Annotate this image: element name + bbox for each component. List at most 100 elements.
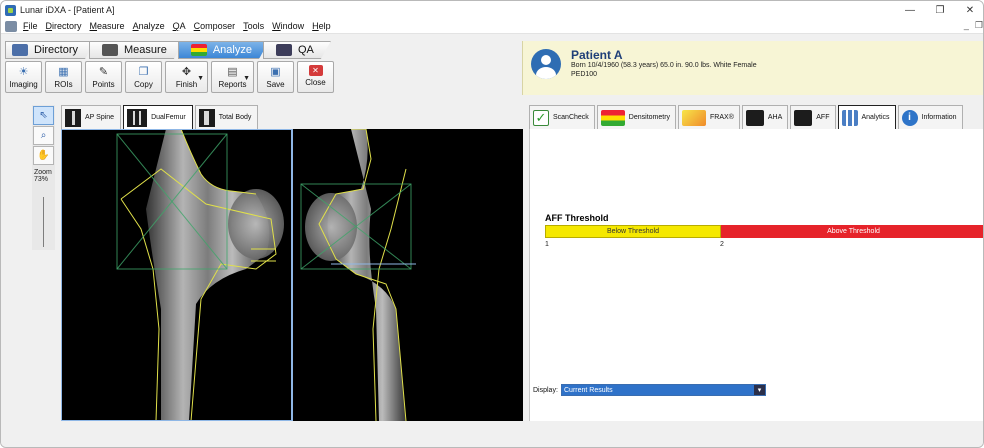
image-tool-column: ⇖ ⌕ ✋ Zoom 73% <box>32 105 55 250</box>
above-threshold-segment: Above Threshold <box>721 225 983 238</box>
close-button[interactable]: ✕ Close <box>297 61 334 93</box>
save-button[interactable]: ▣ Save <box>257 61 294 93</box>
pan-tool-button[interactable]: ✋ <box>33 146 54 165</box>
aha-hip-icon <box>745 109 764 126</box>
patient-name: Patient A <box>571 48 623 62</box>
tab-analytics-label: Analytics <box>861 114 890 121</box>
minimize-button[interactable]: — <box>895 1 925 19</box>
aff-threshold-bar: Below Threshold Above Threshold <box>545 225 983 238</box>
close-icon: ✕ <box>308 65 323 76</box>
menu-tools[interactable]: Tools <box>243 21 264 31</box>
menu-file[interactable]: File <box>23 21 38 31</box>
mode-tabs: Directory Measure Analyze QA <box>5 41 325 59</box>
tab-analyze[interactable]: Analyze <box>178 41 269 59</box>
densitometry-bars-icon <box>600 109 625 126</box>
right-femur <box>300 129 416 421</box>
dual-femur-icon <box>127 108 148 127</box>
pointer-tool-button[interactable]: ⇖ <box>33 106 54 125</box>
points-button[interactable]: ✎ Points <box>85 61 122 93</box>
close-window-button[interactable]: ✕ <box>955 1 983 19</box>
tab-information-label: Information <box>921 114 957 121</box>
tab-total-body-label: Total Body <box>218 114 252 121</box>
tab-dualfemur[interactable]: DualFemur <box>123 105 193 129</box>
copy-label: Copy <box>134 80 153 89</box>
tab-densitometry-label: Densitometry <box>628 114 671 121</box>
checkmark-icon: ✓ <box>533 109 549 126</box>
tab-directory[interactable]: Directory <box>5 41 95 59</box>
dxa-image-viewer[interactable] <box>61 129 523 421</box>
threshold-tick-2: 2 <box>720 241 724 248</box>
menu-help[interactable]: Help <box>312 21 331 31</box>
magnify-tool-button[interactable]: ⌕ <box>33 126 54 145</box>
app-logo-icon <box>5 4 16 16</box>
restore-button[interactable]: ❐ <box>925 1 955 19</box>
app-window: Lunar iDXA - [Patient A] — ❐ ✕ File Dire… <box>0 0 984 448</box>
hand-icon: ✋ <box>37 150 50 161</box>
tab-scancheck[interactable]: ✓ ScanCheck <box>529 105 595 129</box>
menu-measure[interactable]: Measure <box>90 21 125 31</box>
tab-ap-spine[interactable]: AP Spine <box>61 105 122 129</box>
zoom-slider[interactable] <box>43 197 44 247</box>
tab-measure[interactable]: Measure <box>89 41 184 59</box>
patient-banner: Patient A Born 10/4/1960 (58.3 years) 65… <box>522 41 983 95</box>
menu-qa[interactable]: QA <box>173 21 186 31</box>
tab-densitometry[interactable]: Densitometry <box>596 105 677 129</box>
image-tabs: AP Spine DualFemur Total Body <box>61 105 260 129</box>
roi-grid-icon: ▦ <box>58 66 69 78</box>
mdi-minimize-button[interactable]: _ <box>964 20 969 31</box>
tab-measure-label: Measure <box>124 44 167 56</box>
tab-aha-label: AHA <box>767 114 783 121</box>
avatar <box>531 49 561 79</box>
analytics-panel: AFF Threshold Below Threshold Above Thre… <box>529 129 983 421</box>
menu-system-icon[interactable] <box>5 20 17 32</box>
zoom-value: 73% <box>34 176 49 183</box>
tab-information[interactable]: i Information <box>897 105 963 129</box>
tab-aha[interactable]: AHA <box>741 105 789 129</box>
save-disk-icon: ▣ <box>270 66 281 78</box>
chevron-down-icon[interactable]: ▾ <box>754 385 765 395</box>
tab-qa[interactable]: QA <box>263 41 331 59</box>
mdi-controls: _ ❐ <box>964 20 983 31</box>
finish-button[interactable]: ✥ Finish ▼ <box>165 61 208 93</box>
finish-label: Finish <box>175 80 198 89</box>
display-select[interactable]: Current Results ▾ <box>561 384 766 396</box>
imaging-button[interactable]: ☀ Imaging <box>5 61 42 93</box>
body-icon <box>198 108 215 127</box>
tab-directory-label: Directory <box>34 44 79 56</box>
tab-aff-label: AFF <box>816 114 830 121</box>
finish-dropdown-icon[interactable]: ▼ <box>197 75 204 82</box>
below-threshold-segment: Below Threshold <box>545 225 721 238</box>
display-selected-value: Current Results <box>564 386 613 394</box>
analytics-bars-icon <box>841 109 858 126</box>
aff-femur-icon <box>794 109 813 126</box>
qa-phantom-icon <box>276 44 292 56</box>
reports-button[interactable]: ▤ Reports ▼ <box>211 61 254 93</box>
rois-button[interactable]: ▦ ROIs <box>45 61 82 93</box>
analyze-toolbar: ☀ Imaging ▦ ROIs ✎ Points ❐ Copy ✥ Finis… <box>5 61 334 93</box>
menu-analyze[interactable]: Analyze <box>133 21 165 31</box>
reports-dropdown-icon[interactable]: ▼ <box>243 75 250 82</box>
window-title: Lunar iDXA - [Patient A] <box>20 5 115 15</box>
zoom-label: Zoom <box>34 169 52 176</box>
tab-aff[interactable]: AFF <box>790 105 836 129</box>
mdi-restore-button[interactable]: ❐ <box>975 20 983 31</box>
menu-composer[interactable]: Composer <box>194 21 236 31</box>
spine-icon <box>65 108 81 127</box>
patient-id: PED100 <box>571 71 598 78</box>
info-icon: i <box>901 109 918 126</box>
sun-icon: ☀ <box>18 66 29 78</box>
analyze-bars-icon <box>191 44 207 56</box>
menu-window[interactable]: Window <box>272 21 304 31</box>
tab-analytics[interactable]: Analytics <box>837 105 896 129</box>
pointer-icon: ⇖ <box>39 110 48 121</box>
magnifier-icon: ⌕ <box>40 130 47 141</box>
tab-total-body[interactable]: Total Body <box>194 105 259 129</box>
menu-directory[interactable]: Directory <box>46 21 82 31</box>
copy-button[interactable]: ❐ Copy <box>125 61 162 93</box>
tab-scancheck-label: ScanCheck <box>553 114 589 121</box>
window-controls: — ❐ ✕ <box>895 1 983 19</box>
scan-divider <box>292 129 293 421</box>
finish-icon: ✥ <box>181 66 192 78</box>
report-icon: ▤ <box>227 66 238 78</box>
tab-frax[interactable]: FRAX® <box>678 105 740 129</box>
